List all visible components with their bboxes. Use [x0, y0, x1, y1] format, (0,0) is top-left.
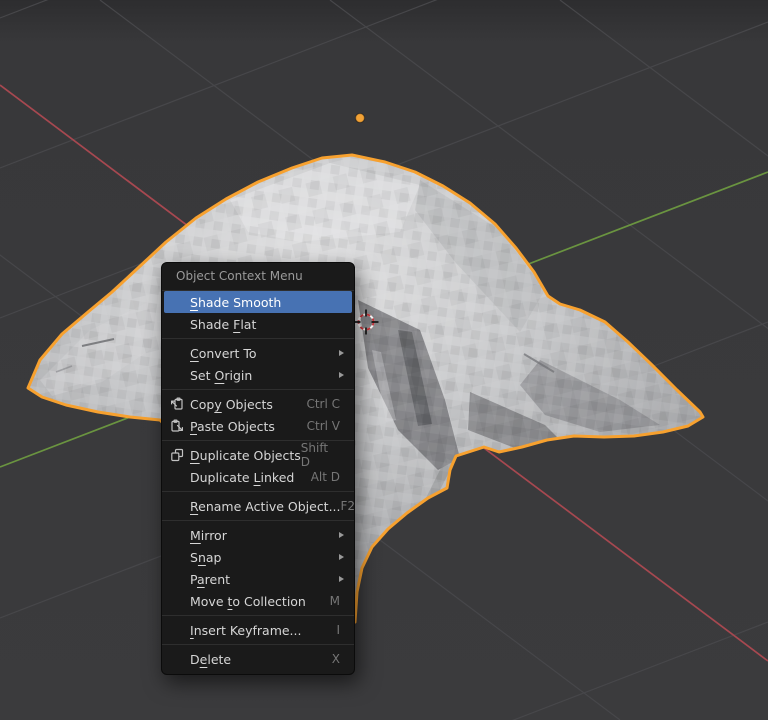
menu-item-label: Duplicate Linked — [190, 469, 295, 485]
menu-item-paste-objects[interactable]: Paste Objects Ctrl V — [164, 415, 352, 437]
menu-separator — [162, 615, 354, 616]
menu-item-label: Convert To — [190, 345, 257, 361]
menu-separator — [162, 491, 354, 492]
menu-shortcut: X — [331, 652, 340, 666]
menu-shortcut: Ctrl C — [306, 397, 340, 411]
menu-item-shade-smooth[interactable]: Shade Smooth — [164, 291, 352, 313]
menu-item-set-origin[interactable]: Set Origin — [164, 364, 352, 386]
menu-items: Shade Smooth Shade Flat Convert To Set Orig… — [162, 291, 354, 670]
menu-item-mirror[interactable]: Mirror — [164, 524, 352, 546]
menu-item-insert-keyframe[interactable]: Insert Keyframe... I — [164, 619, 352, 641]
submenu-arrow-icon — [339, 532, 344, 538]
submenu-arrow-icon — [339, 350, 344, 356]
menu-item-label: Snap — [190, 549, 222, 565]
menu-item-label: Shade Flat — [190, 316, 257, 332]
menu-item-snap[interactable]: Snap — [164, 546, 352, 568]
menu-item-convert-to[interactable]: Convert To — [164, 342, 352, 364]
menu-item-duplicate-linked[interactable]: Duplicate Linked Alt D — [164, 466, 352, 488]
menu-separator — [162, 644, 354, 645]
menu-item-rename-active-object[interactable]: Rename Active Object... F2 — [164, 495, 355, 517]
menu-item-duplicate-objects[interactable]: Duplicate Objects Shift D — [164, 441, 352, 469]
menu-item-label: Delete — [190, 651, 232, 667]
menu-item-label: Mirror — [190, 527, 227, 543]
duplicate-icon — [170, 448, 184, 462]
menu-shortcut: Ctrl V — [306, 419, 340, 433]
menu-item-shade-flat[interactable]: Shade Flat — [164, 313, 352, 335]
menu-separator — [162, 338, 354, 339]
menu-item-label: Shade Smooth — [190, 294, 282, 310]
menu-shortcut: F2 — [340, 499, 355, 513]
3d-viewport[interactable] — [0, 0, 768, 720]
copy-icon — [170, 397, 184, 411]
paste-icon — [170, 419, 184, 433]
menu-item-label: Rename Active Object... — [190, 498, 341, 514]
menu-item-delete[interactable]: Delete X — [164, 648, 352, 670]
submenu-arrow-icon — [339, 554, 344, 560]
menu-item-move-to-collection[interactable]: Move to Collection M — [164, 590, 352, 612]
menu-title: Object Context Menu — [162, 263, 354, 291]
menu-item-label: Move to Collection — [190, 593, 306, 609]
menu-separator — [162, 520, 354, 521]
menu-separator — [162, 389, 354, 390]
menu-shortcut: M — [329, 594, 340, 608]
submenu-arrow-icon — [339, 576, 344, 582]
menu-shortcut: Shift D — [300, 441, 329, 469]
menu-item-label: Duplicate Objects — [190, 447, 301, 463]
menu-shortcut: Alt D — [310, 470, 340, 484]
menu-shortcut: I — [336, 623, 340, 637]
object-origin-dot[interactable] — [354, 112, 366, 124]
blender-window: Object Context Menu Shade Smooth Shade Fl… — [0, 0, 768, 720]
menu-item-label: Insert Keyframe... — [190, 622, 302, 638]
menu-item-copy-objects[interactable]: Copy Objects Ctrl C — [164, 393, 352, 415]
submenu-arrow-icon — [339, 372, 344, 378]
object-context-menu: Object Context Menu Shade Smooth Shade Fl… — [161, 262, 355, 675]
menu-item-parent[interactable]: Parent — [164, 568, 352, 590]
menu-item-label: Parent — [190, 571, 231, 587]
menu-item-label: Set Origin — [190, 367, 253, 383]
